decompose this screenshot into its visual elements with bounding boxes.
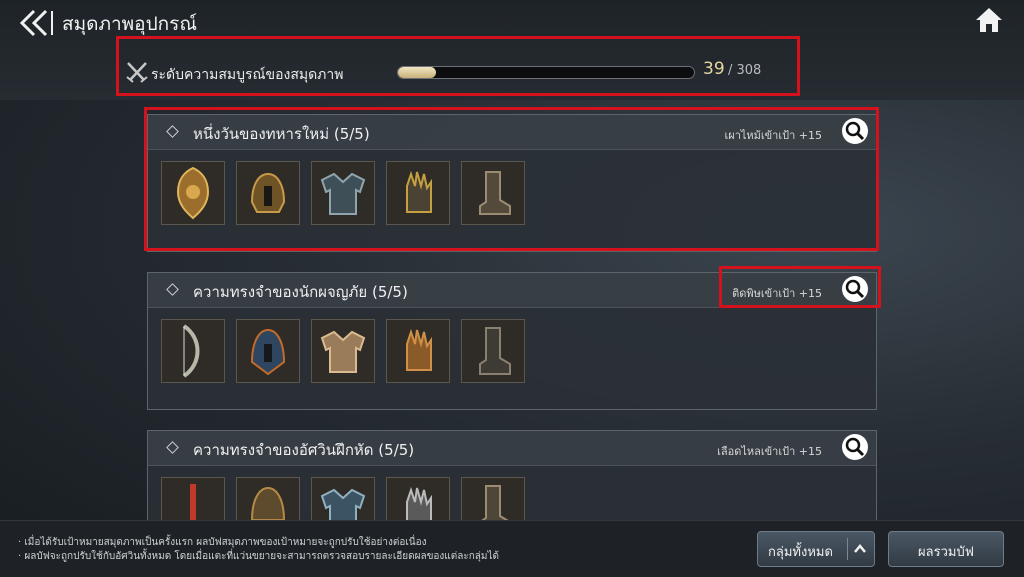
gloves-icon bbox=[406, 328, 432, 371]
card-bonus: เลือดไหลเข้าเป้า +15 bbox=[717, 445, 822, 458]
completion-label: ระดับความสมบูรณ์ของสมุดภาพ bbox=[151, 67, 344, 83]
highlight-box-bonus bbox=[719, 266, 881, 308]
button-divider bbox=[847, 538, 848, 560]
armor-icon bbox=[320, 330, 366, 373]
completion-panel: ระดับความสมบูรณ์ของสมุดภาพ 39 / 308 bbox=[116, 36, 800, 96]
card-title: ความทรงจำของอัศวินฝึกหัด (5/5) bbox=[193, 441, 415, 459]
double-chevron-left-icon bbox=[19, 9, 53, 37]
footer-note-2: · ผลบัฟจะถูกปรับใช้กับอัศวินทั้งหมด โดยเ… bbox=[18, 551, 500, 562]
back-button[interactable] bbox=[18, 8, 56, 38]
item-slot-armor[interactable] bbox=[311, 319, 375, 383]
chevron-up-icon bbox=[854, 544, 866, 553]
completion-count: 39 bbox=[703, 59, 725, 79]
completion-total: / 308 bbox=[728, 63, 762, 78]
buff-summary-button[interactable]: ผลรวมบัฟ bbox=[888, 531, 1004, 567]
footer-note-1: · เมื่อได้รับเป้าหมายสมุดภาพเป็นครั้งแรก… bbox=[18, 537, 427, 548]
highlight-box-card-1 bbox=[144, 107, 879, 251]
card-title: ความทรงจำของนักผจญภัย (5/5) bbox=[193, 283, 408, 301]
group-filter-label: กลุ่มทั้งหมด bbox=[768, 545, 833, 560]
buff-summary-label: ผลรวมบัฟ bbox=[918, 545, 974, 560]
bow-icon bbox=[182, 324, 200, 378]
boots-icon bbox=[479, 327, 511, 375]
footer-bar: · เมื่อได้รับเป้าหมายสมุดภาพเป็นครั้งแรก… bbox=[0, 520, 1024, 577]
helmet-icon bbox=[250, 328, 286, 376]
home-button[interactable] bbox=[974, 6, 1004, 34]
item-slot-bow[interactable] bbox=[161, 319, 225, 383]
crossed-swords-icon bbox=[125, 61, 149, 83]
completion-progress-bar bbox=[397, 66, 695, 79]
magnifier-button[interactable] bbox=[842, 434, 868, 460]
group-filter-button[interactable]: กลุ่มทั้งหมด bbox=[757, 531, 875, 567]
magnifier-icon bbox=[845, 437, 865, 457]
home-icon bbox=[976, 8, 1002, 32]
item-slot-gloves[interactable] bbox=[386, 319, 450, 383]
item-slot-helmet[interactable] bbox=[236, 319, 300, 383]
page-title: สมุดภาพอุปกรณ์ bbox=[62, 13, 197, 35]
item-slot-boots[interactable] bbox=[461, 319, 525, 383]
completion-progress-fill bbox=[398, 67, 436, 78]
